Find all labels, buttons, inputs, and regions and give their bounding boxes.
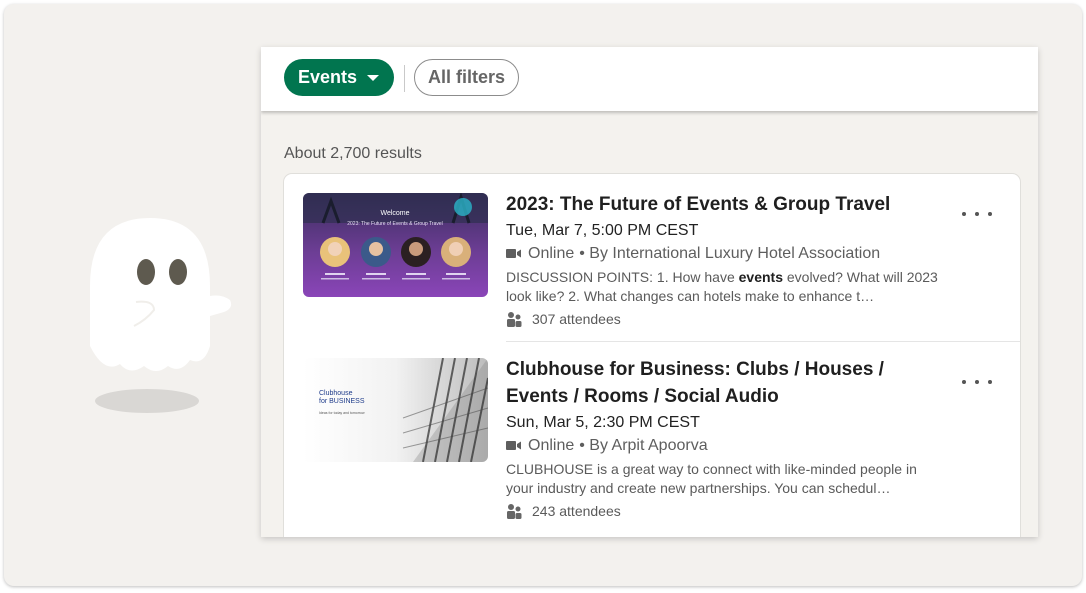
event-attendees: 243 attendees: [506, 503, 946, 519]
thumb-title-text: 2023: The Future of Events & Group Trave…: [347, 221, 443, 227]
ghost-mascot-icon: [82, 216, 242, 416]
event-content: 2023: The Future of Events & Group Trave…: [506, 191, 946, 327]
video-camera-icon: [506, 249, 521, 258]
attendees-count: 243 attendees: [532, 503, 621, 519]
highlight-keyword: events: [738, 269, 783, 285]
event-content: Clubhouse for Business: Clubs / Houses /…: [506, 356, 946, 519]
filter-divider: [404, 65, 405, 92]
overflow-menu-icon[interactable]: [962, 372, 992, 392]
event-date: Tue, Mar 7, 5:00 PM CEST: [506, 222, 699, 239]
app-frame: Events All filters About 2,700 results W…: [4, 4, 1082, 586]
event-attendees: 307 attendees: [506, 311, 946, 327]
event-description: CLUBHOUSE is a great way to connect with…: [506, 461, 917, 496]
people-icon: [507, 504, 522, 519]
overflow-menu-icon[interactable]: [962, 204, 992, 224]
filter-bar: Events All filters: [261, 47, 1038, 111]
thumb-welcome-text: Welcome: [380, 210, 409, 217]
event-list-item[interactable]: Clubhouse for BUSINESS Ideas for today a…: [284, 342, 1020, 537]
event-meta: Online • By Arpit Apoorva: [506, 434, 946, 457]
event-meta: Online • By International Luxury Hotel A…: [506, 242, 946, 265]
caret-down-icon: [367, 74, 380, 81]
event-format: Online: [528, 437, 575, 454]
all-filters-button[interactable]: All filters: [414, 59, 519, 96]
event-list-item[interactable]: Welcome 2023: The Future of Events & Gro…: [284, 174, 1020, 342]
event-organizer: • By Arpit Apoorva: [579, 437, 708, 454]
people-icon: [507, 312, 522, 327]
event-format: Online: [528, 245, 575, 262]
video-camera-icon: [506, 441, 521, 450]
event-title[interactable]: 2023: The Future of Events & Group Trave…: [506, 191, 946, 218]
thumb-clubhouse-text: Clubhouse: [319, 390, 353, 397]
events-filter-button[interactable]: Events: [284, 59, 394, 96]
events-search-panel: Events All filters About 2,700 results W…: [261, 47, 1038, 537]
results-count: About 2,700 results: [284, 145, 422, 162]
event-title[interactable]: Clubhouse for Business: Clubs / Houses /…: [506, 356, 946, 410]
thumb-business-text: for BUSINESS: [319, 398, 365, 405]
event-description: DISCUSSION POINTS: 1. How have events ev…: [506, 269, 938, 304]
events-filter-label: Events: [298, 67, 358, 87]
attendees-count: 307 attendees: [532, 311, 621, 327]
event-date: Sun, Mar 5, 2:30 PM CEST: [506, 414, 700, 431]
event-thumbnail[interactable]: Clubhouse for BUSINESS Ideas for today a…: [303, 358, 488, 462]
events-results-list: Welcome 2023: The Future of Events & Gro…: [284, 174, 1020, 537]
event-thumbnail[interactable]: Welcome 2023: The Future of Events & Gro…: [303, 193, 488, 297]
thumb-tagline-text: Ideas for today and tomorrow: [319, 411, 365, 415]
event-organizer: • By International Luxury Hotel Associat…: [579, 245, 881, 262]
